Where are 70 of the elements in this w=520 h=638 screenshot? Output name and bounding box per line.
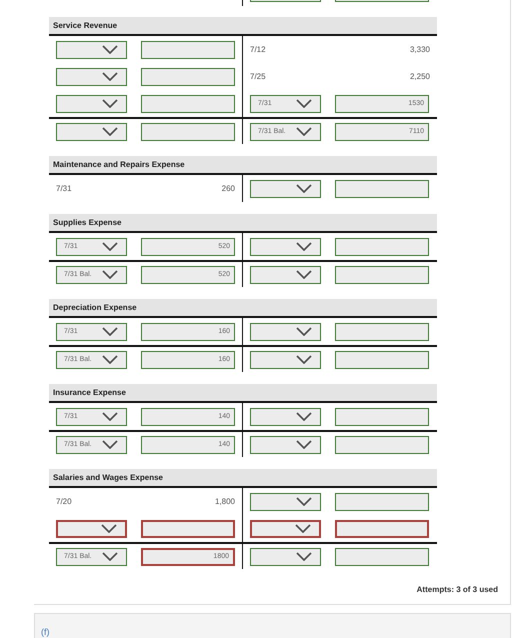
chevron-down-icon xyxy=(296,127,312,136)
chevron-down-icon xyxy=(296,99,312,108)
date-dropdown[interactable] xyxy=(56,40,127,58)
chevron-down-icon xyxy=(296,412,312,421)
amount-input[interactable] xyxy=(141,68,235,86)
entry-amount: 260 xyxy=(222,184,235,193)
chevron-down-icon xyxy=(101,524,117,533)
entry-date: 7/12 xyxy=(250,45,266,54)
date-dropdown[interactable] xyxy=(250,408,321,426)
chevron-down-icon xyxy=(296,242,312,251)
chevron-down-icon xyxy=(102,127,118,136)
date-dropdown[interactable] xyxy=(250,238,321,256)
amount-input[interactable] xyxy=(335,180,429,198)
chevron-down-icon xyxy=(102,270,118,279)
chevron-down-icon xyxy=(102,440,118,449)
date-dropdown[interactable] xyxy=(250,322,321,340)
amount-input[interactable] xyxy=(141,122,235,140)
date-dropdown[interactable] xyxy=(250,520,321,538)
chevron-down-icon xyxy=(102,327,118,336)
chevron-down-icon xyxy=(296,184,312,193)
entry-date: 7/25 xyxy=(250,72,266,81)
amount-input[interactable] xyxy=(141,520,235,538)
account-header: Supplies Expense xyxy=(49,214,437,233)
entry-date: 7/31 xyxy=(56,184,72,193)
amount-input[interactable] xyxy=(335,436,429,454)
entry-date: 7/20 xyxy=(56,497,72,506)
entry-amount: 2,250 xyxy=(410,72,430,81)
amount-input[interactable] xyxy=(141,94,235,112)
amount-input[interactable] xyxy=(335,492,429,510)
chevron-down-icon xyxy=(102,45,118,54)
account-header: Maintenance and Repairs Expense xyxy=(49,156,437,175)
chevron-down-icon xyxy=(102,242,118,251)
date-dropdown[interactable] xyxy=(250,436,321,454)
date-dropdown[interactable] xyxy=(56,520,127,538)
chevron-down-icon xyxy=(296,440,312,449)
date-dropdown[interactable] xyxy=(250,266,321,284)
amount-input[interactable] xyxy=(335,408,429,426)
amount-input[interactable] xyxy=(335,266,429,284)
date-dropdown[interactable] xyxy=(56,122,127,140)
account-header: Depreciation Expense xyxy=(49,299,437,318)
amount-input[interactable] xyxy=(335,322,429,340)
amount-input[interactable] xyxy=(335,238,429,256)
date-dropdown[interactable] xyxy=(250,492,321,510)
part-link[interactable]: (f) xyxy=(41,627,50,638)
date-dropdown[interactable] xyxy=(250,180,321,198)
chevron-down-icon xyxy=(296,552,312,561)
chevron-down-icon xyxy=(102,72,118,81)
account-header: Service Revenue xyxy=(49,17,437,36)
chevron-down-icon xyxy=(102,355,118,364)
date-dropdown[interactable] xyxy=(56,68,127,86)
entry-amount: 1,800 xyxy=(214,497,235,506)
chevron-down-icon xyxy=(296,270,312,279)
date-dropdown[interactable] xyxy=(250,350,321,368)
amount-input[interactable] xyxy=(335,520,429,538)
chevron-down-icon xyxy=(295,524,311,533)
date-dropdown[interactable] xyxy=(250,548,321,566)
amount-input[interactable] xyxy=(335,350,429,368)
account-header: Salaries and Wages Expense xyxy=(49,469,437,488)
chevron-down-icon xyxy=(102,99,118,108)
chevron-down-icon xyxy=(296,355,312,364)
entry-amount: 3,330 xyxy=(410,45,430,54)
chevron-down-icon xyxy=(102,412,118,421)
attempts-text: Attempts: 3 of 3 used xyxy=(416,585,499,594)
amount-input[interactable] xyxy=(335,548,429,566)
chevron-down-icon xyxy=(296,497,312,506)
account-header: Insurance Expense xyxy=(49,384,437,403)
chevron-down-icon xyxy=(296,327,312,336)
date-dropdown[interactable] xyxy=(56,94,127,112)
chevron-down-icon xyxy=(102,552,118,561)
amount-input[interactable] xyxy=(141,40,235,58)
